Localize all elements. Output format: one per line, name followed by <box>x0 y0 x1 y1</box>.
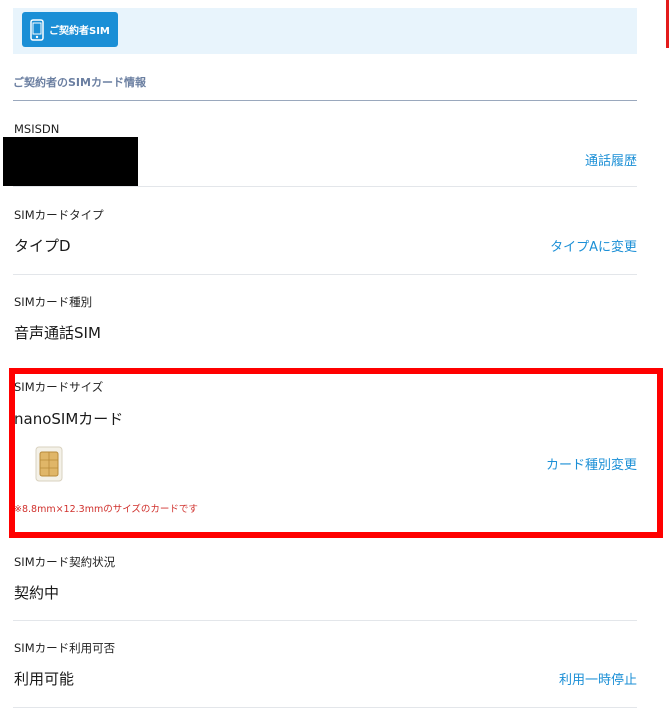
highlight-box <box>9 368 663 538</box>
availability-label: SIMカード利用可否 <box>14 641 116 655</box>
section-title: ご契約者のSIMカード情報 <box>13 74 637 101</box>
change-to-type-a-link[interactable]: タイプAに変更 <box>550 236 637 255</box>
row-sim-kind: SIMカード種別 音声通話SIM <box>13 275 637 363</box>
call-history-link[interactable]: 通話履歴 <box>585 150 637 169</box>
sim-kind-value: 音声通話SIM <box>14 324 101 342</box>
sim-type-label: SIMカードタイプ <box>14 208 104 222</box>
contract-sim-tab-label: ご契約者SIM <box>49 26 110 37</box>
redacted-msisdn-value <box>3 137 138 186</box>
contract-status-label: SIMカード契約状況 <box>14 555 116 569</box>
row-sim-type: SIMカードタイプ タイプD タイプAに変更 <box>13 187 637 275</box>
smartphone-icon <box>30 18 44 41</box>
sim-kind-label: SIMカード種別 <box>14 295 93 309</box>
contract-sim-tab[interactable]: ご契約者SIM <box>22 12 118 47</box>
header-bar: ご契約者SIM <box>13 8 637 54</box>
suspend-use-link[interactable]: 利用一時停止 <box>559 669 637 688</box>
msisdn-label: MSISDN <box>14 122 60 136</box>
sim-type-value: タイプD <box>14 237 71 255</box>
edge-marker <box>666 0 669 48</box>
contract-status-value: 契約中 <box>14 584 60 602</box>
row-availability: SIMカード利用可否 利用可能 利用一時停止 <box>13 621 637 708</box>
availability-value: 利用可能 <box>14 670 75 688</box>
row-contract-status: SIMカード契約状況 契約中 <box>13 538 637 621</box>
